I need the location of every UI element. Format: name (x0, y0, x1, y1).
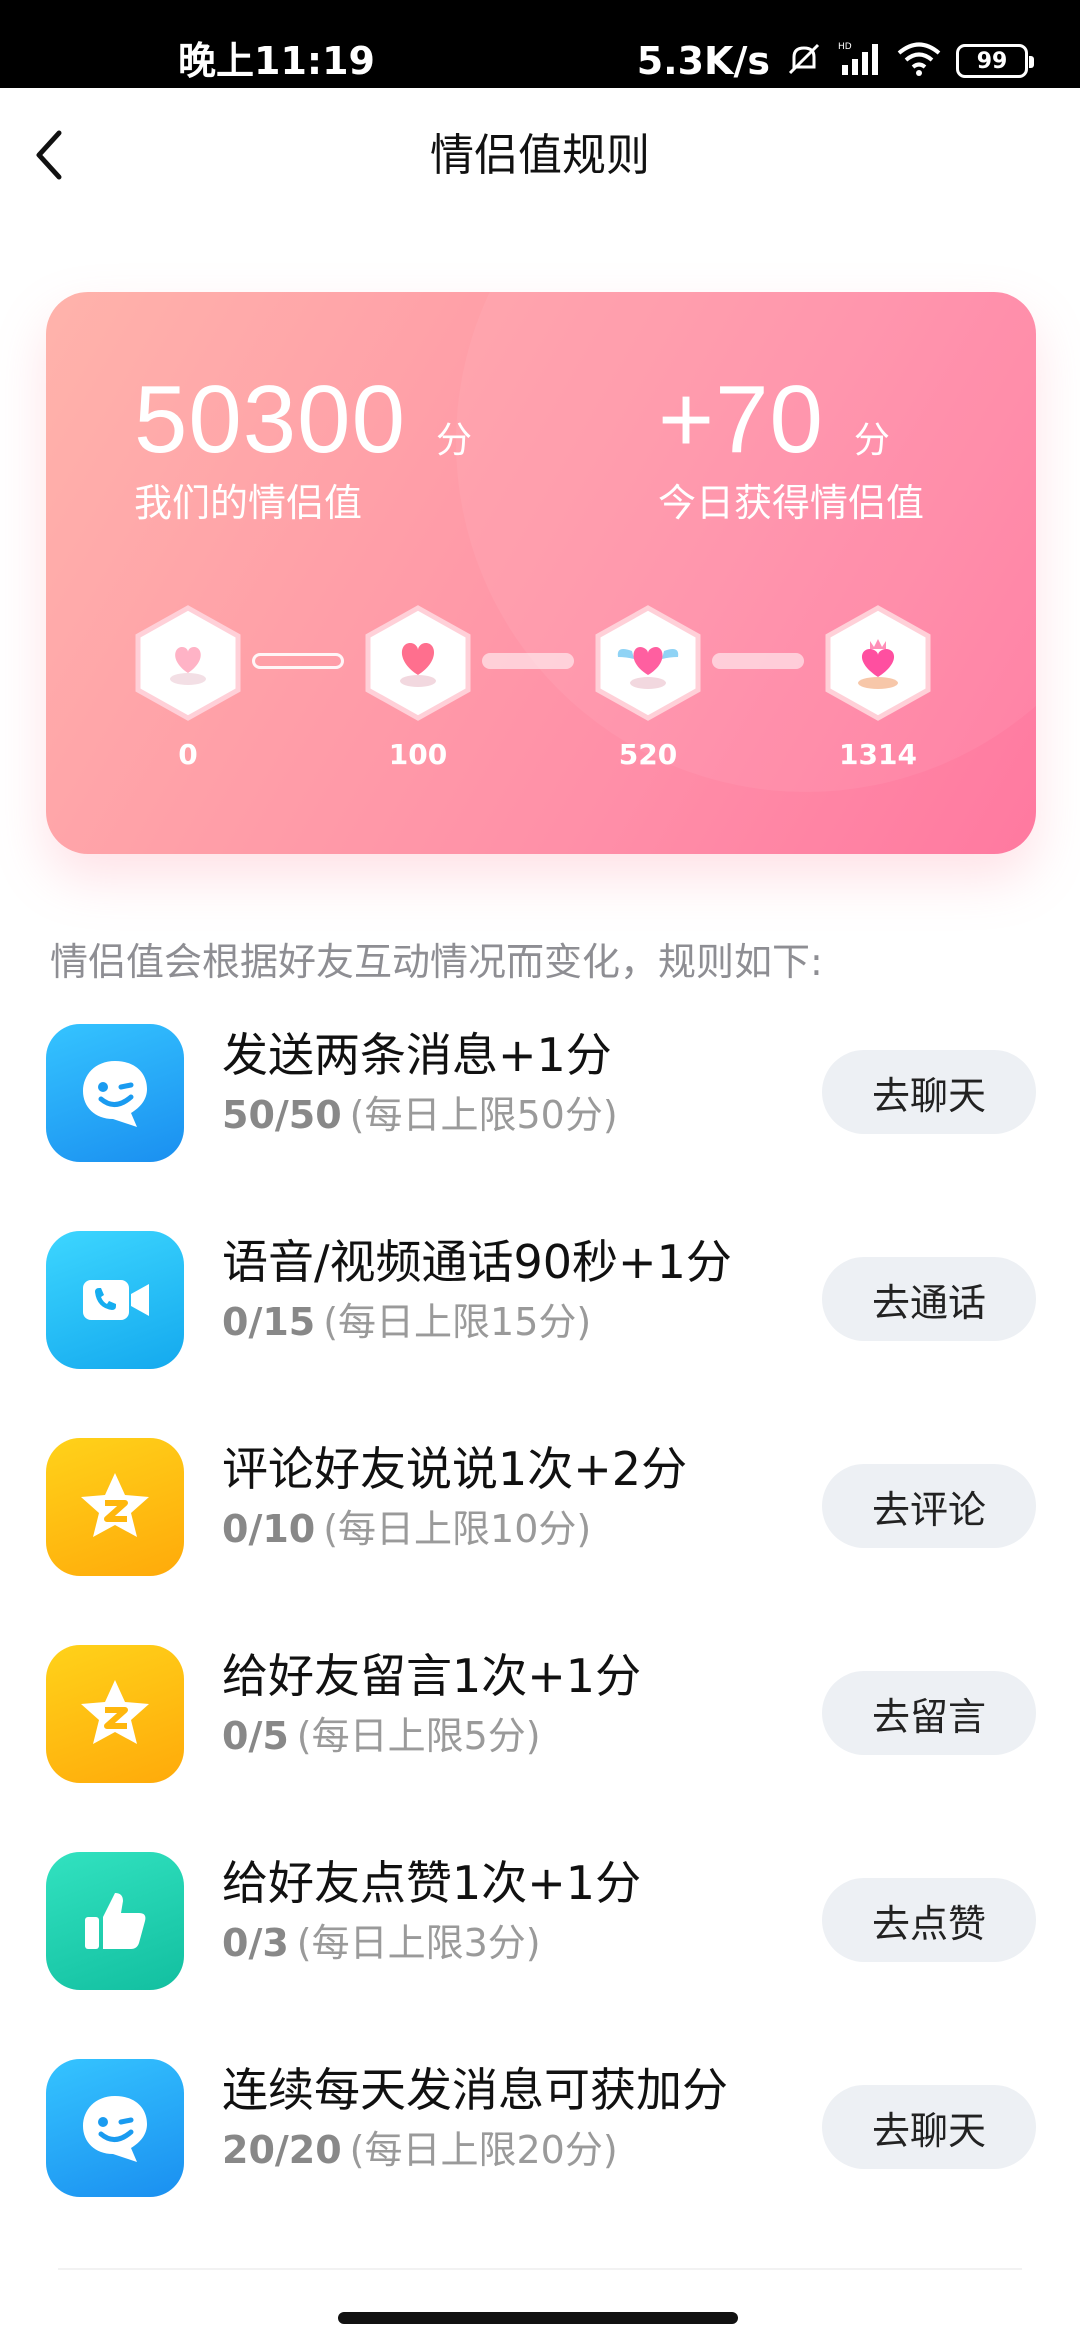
rule-progress: 20/20 (每日上限20分) (222, 2125, 728, 2175)
rule-item: 连续每天发消息可获加分 20/20 (每日上限20分) 去聊天 (46, 2059, 1046, 2199)
level-item: 0 (134, 604, 242, 771)
total-score-label: 我们的情侣值 (134, 481, 363, 525)
rule-progress: 0/10 (每日上限10分) (222, 1504, 687, 1554)
rules-intro: 情侣值会根据好友互动情况而变化，规则如下: (50, 940, 823, 984)
level-connector (712, 653, 804, 669)
today-score-label: 今日获得情侣值 (658, 481, 925, 525)
level-item: 520 (594, 604, 702, 771)
level-value: 520 (618, 738, 678, 771)
rule-title: 给好友点赞1次+1分 (222, 1856, 642, 1910)
rule-progress: 50/50 (每日上限50分) (222, 1090, 618, 1140)
rule-limit: (每日上限50分) (349, 1093, 618, 1137)
rule-icon (46, 1024, 184, 1162)
qzone-star-icon (81, 1680, 149, 1744)
level-value: 1314 (839, 738, 917, 771)
battery-level: 99 (976, 48, 1008, 74)
rule-title: 连续每天发消息可获加分 (222, 2063, 728, 2117)
level-value: 100 (388, 738, 448, 771)
total-score-unit: 分 (435, 420, 472, 461)
small-heart-icon (170, 647, 206, 685)
rule-count: 0/3 (222, 1921, 289, 1965)
bottom-divider (58, 2268, 1022, 2270)
rule-icon (46, 1645, 184, 1783)
rule-limit: (每日上限20分) (349, 2128, 618, 2172)
rule-progress: 0/3 (每日上限3分) (222, 1918, 641, 1968)
qzone-star-icon (81, 1473, 149, 1537)
wifi-icon (896, 40, 942, 82)
level-item: 100 (364, 604, 472, 771)
chat-bubble-icon (83, 1061, 147, 1127)
battery-icon: 99 (956, 44, 1034, 78)
rule-limit: (每日上限3分) (296, 1921, 541, 1965)
level-value: 0 (178, 738, 198, 771)
level-item: 1314 (824, 604, 932, 771)
go-call-button[interactable]: 去通话 (822, 1257, 1036, 1341)
go-message-button[interactable]: 去留言 (822, 1671, 1036, 1755)
rule-title: 评论好友说说1次+2分 (222, 1442, 688, 1496)
level-connector (252, 653, 344, 669)
signal-icon: HD (838, 39, 882, 83)
status-bar: 晚上11:19 5.3K/s HD 99 (0, 0, 1080, 88)
rule-limit: (每日上限5分) (296, 1714, 541, 1758)
status-time: 晚上11:19 (178, 39, 375, 83)
rule-icon (46, 1438, 184, 1576)
today-score-value: +70 (658, 366, 824, 473)
rule-icon (46, 2059, 184, 2197)
rule-count: 50/50 (222, 1093, 342, 1137)
today-score: +70 分 今日获得情侣值 (658, 372, 924, 526)
rule-count: 0/5 (222, 1714, 289, 1758)
rule-count: 0/15 (222, 1300, 316, 1344)
rule-title: 发送两条消息+1分 (222, 1028, 612, 1082)
go-chat-button[interactable]: 去聊天 (822, 1050, 1036, 1134)
total-score-value: 50300 (134, 366, 406, 473)
rule-icon (46, 1231, 184, 1369)
network-speed: 5.3K/s (636, 39, 770, 83)
rule-icon (46, 1852, 184, 1990)
chat-bubble-icon (83, 2096, 147, 2162)
rule-item: 给好友点赞1次+1分 0/3 (每日上限3分) 去点赞 (46, 1852, 1046, 1992)
level-track: 0 100 520 1314 (134, 604, 984, 771)
rule-progress: 0/5 (每日上限5分) (222, 1711, 641, 1761)
crowned-heart-icon (858, 639, 898, 689)
rule-item: 评论好友说说1次+2分 0/10 (每日上限10分) 去评论 (46, 1438, 1046, 1578)
rule-title: 给好友留言1次+1分 (222, 1649, 642, 1703)
rule-item: 给好友留言1次+1分 0/5 (每日上限5分) 去留言 (46, 1645, 1046, 1785)
mute-icon (784, 39, 824, 83)
rule-count: 0/10 (222, 1507, 316, 1551)
page-title: 情侣值规则 (430, 130, 650, 181)
rule-item: 语音/视频通话90秒+1分 0/15 (每日上限15分) 去通话 (46, 1231, 1046, 1371)
total-score: 50300 分 我们的情侣值 (134, 372, 472, 526)
score-card: 50300 分 我们的情侣值 +70 分 今日获得情侣值 0 100 520 1… (46, 292, 1036, 854)
rule-limit: (每日上限10分) (323, 1507, 592, 1551)
rule-item: 发送两条消息+1分 50/50 (每日上限50分) 去聊天 (46, 1024, 1046, 1164)
rule-limit: (每日上限15分) (323, 1300, 592, 1344)
rule-title: 语音/视频通话90秒+1分 (222, 1235, 732, 1289)
home-indicator[interactable] (338, 2312, 738, 2324)
rule-progress: 0/15 (每日上限15分) (222, 1297, 732, 1347)
go-comment-button[interactable]: 去评论 (822, 1464, 1036, 1548)
header: 情侣值规则 (0, 88, 1080, 228)
thumbs-up-icon (85, 1893, 146, 1949)
heart-icon (400, 643, 436, 687)
svg-text:HD: HD (838, 42, 852, 52)
winged-heart-icon (617, 647, 679, 689)
status-icons: 5.3K/s HD 99 (636, 34, 1034, 88)
level-connector (482, 653, 574, 669)
go-chat-button[interactable]: 去聊天 (822, 2085, 1036, 2169)
rule-count: 20/20 (222, 2128, 342, 2172)
video-call-icon (83, 1280, 149, 1320)
go-like-button[interactable]: 去点赞 (822, 1878, 1036, 1962)
today-score-unit: 分 (853, 420, 890, 461)
